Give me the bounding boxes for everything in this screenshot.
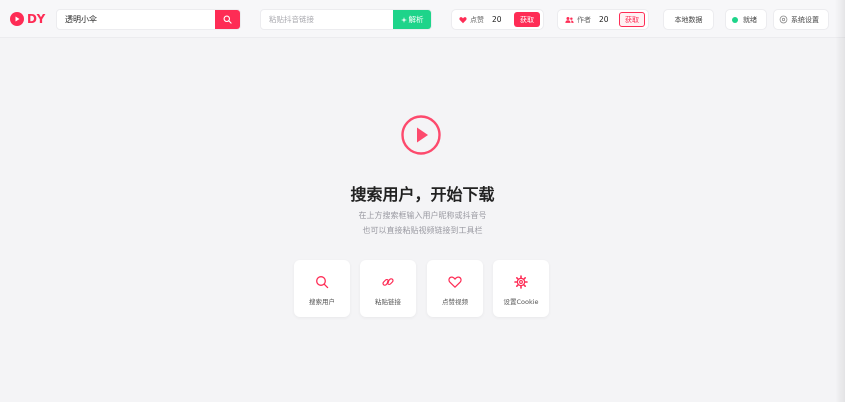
link-icon bbox=[381, 274, 395, 288]
gear-icon bbox=[779, 15, 788, 24]
like-label: 点赞 bbox=[470, 15, 484, 24]
status-dot-icon bbox=[732, 16, 738, 23]
users-icon bbox=[565, 16, 574, 24]
search-icon bbox=[315, 274, 329, 289]
quick-action-paste-link[interactable]: 粘贴链接 bbox=[360, 260, 416, 317]
video-link-box: 解析 bbox=[260, 9, 432, 30]
sparkle-icon bbox=[400, 16, 407, 23]
heart-icon bbox=[459, 16, 467, 24]
quick-action-label: 点赞视频 bbox=[442, 298, 468, 306]
empty-state-title: 搜索用户，开始下载 bbox=[350, 185, 495, 204]
parse-button[interactable]: 解析 bbox=[393, 10, 431, 29]
gear-icon bbox=[514, 274, 528, 289]
quick-action-label: 粘贴链接 bbox=[375, 298, 401, 306]
search-icon bbox=[223, 15, 232, 24]
quick-action-set-cookie[interactable]: 设置Cookie bbox=[493, 260, 549, 317]
video-link-input[interactable] bbox=[261, 10, 395, 29]
empty-state-subtitle-1: 在上方搜索框输入用户昵称或抖音号 bbox=[358, 211, 487, 220]
logo-text: DY bbox=[27, 12, 46, 26]
quick-action-liked-videos[interactable]: 点赞视频 bbox=[427, 260, 483, 317]
author-label: 作者 bbox=[577, 15, 591, 24]
fetch-likes-button[interactable]: 获取 bbox=[514, 12, 540, 27]
app-logo: DY bbox=[10, 11, 46, 27]
like-count[interactable]: 20 bbox=[492, 15, 508, 24]
heart-icon bbox=[448, 274, 462, 288]
author-fetch-group: 作者 20 获取 bbox=[557, 9, 649, 30]
user-search-input[interactable] bbox=[57, 10, 217, 29]
status-badge: 就绪 bbox=[725, 9, 767, 30]
system-settings-label: 系统设置 bbox=[791, 15, 819, 24]
parse-button-label: 解析 bbox=[408, 15, 424, 24]
status-text: 就绪 bbox=[743, 15, 757, 24]
quick-action-label: 搜索用户 bbox=[309, 298, 335, 306]
system-settings-button[interactable]: 系统设置 bbox=[773, 9, 829, 30]
fetch-authors-button[interactable]: 获取 bbox=[619, 12, 645, 27]
empty-state-subtitle-2: 也可以直接粘贴视频链接到工具栏 bbox=[362, 226, 483, 235]
quick-action-label: 设置Cookie bbox=[503, 298, 539, 306]
author-count[interactable]: 20 bbox=[599, 15, 615, 24]
play-circle-icon bbox=[400, 114, 442, 156]
play-logo-icon bbox=[10, 12, 24, 26]
quick-action-search-user[interactable]: 搜索用户 bbox=[294, 260, 350, 317]
user-search-box bbox=[56, 9, 241, 30]
like-fetch-group: 点赞 20 获取 bbox=[451, 9, 544, 30]
top-toolbar: DY 解析 点赞 20 获取 作者 20 获取 本地 bbox=[0, 0, 845, 38]
local-data-button[interactable]: 本地数据 bbox=[663, 9, 714, 30]
search-button[interactable] bbox=[215, 10, 240, 29]
